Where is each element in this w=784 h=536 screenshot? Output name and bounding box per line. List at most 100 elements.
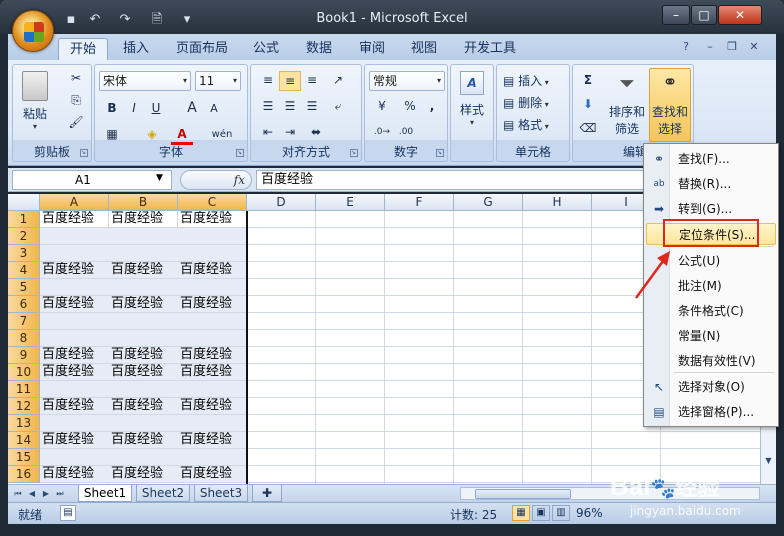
cell-c9[interactable]: 百度经验 [178,347,247,364]
cell-c4[interactable]: 百度经验 [178,262,247,279]
shrink-font-button[interactable]: A [203,99,225,119]
dialog-launcher-icon[interactable]: ↘ [436,149,444,157]
row-header[interactable]: 2 [8,228,40,245]
column-header-d[interactable]: D [247,194,316,211]
zoom-level[interactable]: 96% [576,506,603,520]
minimize-button[interactable]: – [662,5,690,25]
delete-cells-button[interactable]: ▤ 删除 ▾ [503,93,567,113]
number-format-select[interactable]: 常规 ▾ [369,71,445,91]
align-right-icon[interactable]: ☰ [301,97,323,117]
column-header-g[interactable]: G [454,194,523,211]
dialog-launcher-icon[interactable]: ↘ [80,149,88,157]
cell-c7[interactable] [178,313,247,330]
cell-a9[interactable]: 百度经验 [40,347,109,364]
page-layout-view-icon[interactable]: ▣ [532,505,550,521]
row-header[interactable]: 15 [8,449,40,466]
cell-c13[interactable] [178,415,247,432]
cell-b9[interactable]: 百度经验 [109,347,178,364]
phonetic-button[interactable]: wén [207,125,237,145]
cell-a16[interactable]: 百度经验 [40,466,109,483]
macro-record-icon[interactable]: ▤ [60,505,76,521]
sheet-tab-2[interactable]: Sheet2 [136,485,190,502]
autosum-button[interactable]: Σ [577,71,599,91]
cell-a11[interactable] [40,381,109,398]
cell-c1[interactable]: 百度经验 [178,211,247,228]
cell-c14[interactable]: 百度经验 [178,432,247,449]
column-header-b[interactable]: B [109,194,178,211]
last-sheet-icon[interactable]: ⏭ [54,487,66,500]
decrease-decimal-icon[interactable]: .00 [395,123,417,143]
cell-c2[interactable] [178,228,247,245]
close-button[interactable]: ✕ [718,5,762,25]
column-header-c[interactable]: C [178,194,247,211]
merge-cells-icon[interactable]: ⬌ [305,123,327,143]
select-all-corner[interactable] [8,194,40,211]
cell-a3[interactable] [40,245,109,262]
comma-button[interactable]: , [421,97,443,117]
column-header-f[interactable]: F [385,194,454,211]
tab-insert[interactable]: 插入 [116,38,156,60]
row-header[interactable]: 4 [8,262,40,279]
cell-a6[interactable]: 百度经验 [40,296,109,313]
menu-item[interactable]: ⚭ 查找(F)... [646,148,776,170]
row-header[interactable]: 1 [8,211,40,228]
fill-icon[interactable]: ⬇ [577,95,599,115]
tab-review[interactable]: 审阅 [354,38,390,60]
format-painter-icon[interactable]: 🖌 [65,113,87,133]
styles-button[interactable]: A 样式 ▾ [455,69,489,139]
cell-b4[interactable]: 百度经验 [109,262,178,279]
cell-a5[interactable] [40,279,109,296]
menu-item[interactable]: 批注(M) [646,275,776,297]
cell-a15[interactable] [40,449,109,466]
next-sheet-icon[interactable]: ▶ [40,487,52,500]
bold-button[interactable]: B [101,99,123,119]
cell-b14[interactable]: 百度经验 [109,432,178,449]
cell-c8[interactable] [178,330,247,347]
sheet-tab-3[interactable]: Sheet3 [194,485,248,502]
grow-font-button[interactable]: A [181,99,203,119]
row-header[interactable]: 16 [8,466,40,483]
cell-c16[interactable]: 百度经验 [178,466,247,483]
page-break-view-icon[interactable]: ▥ [552,505,570,521]
font-color-button[interactable]: A [171,125,193,145]
row-header[interactable]: 7 [8,313,40,330]
row-header[interactable]: 9 [8,347,40,364]
menu-item[interactable]: 数据有效性(V) [646,350,776,372]
italic-button[interactable]: I [123,99,145,119]
cell-b2[interactable] [109,228,178,245]
cell-b13[interactable] [109,415,178,432]
prev-sheet-icon[interactable]: ◀ [26,487,38,500]
row-header[interactable]: 13 [8,415,40,432]
cell-c15[interactable] [178,449,247,466]
copy-icon[interactable]: ⎘ [65,91,87,111]
tab-page-layout[interactable]: 页面布局 [170,38,234,60]
row-header[interactable]: 10 [8,364,40,381]
cut-icon[interactable]: ✂ [65,69,87,89]
sort-filter-button[interactable]: ⏷ 排序和 筛选 [607,69,647,141]
menu-item[interactable]: ➡ 转到(G)... [646,198,776,220]
row-header[interactable]: 11 [8,381,40,398]
cell-c6[interactable]: 百度经验 [178,296,247,313]
orientation-icon[interactable]: ↗ [327,71,349,91]
cell-b11[interactable] [109,381,178,398]
column-header-a[interactable]: A [40,194,109,211]
cell-b12[interactable]: 百度经验 [109,398,178,415]
ribbon-restore-icon[interactable]: ❐ [724,39,740,55]
cell-a8[interactable] [40,330,109,347]
row-header[interactable]: 3 [8,245,40,262]
cell-b15[interactable] [109,449,178,466]
row-header[interactable]: 14 [8,432,40,449]
column-header-e[interactable]: E [316,194,385,211]
cell-b3[interactable] [109,245,178,262]
decrease-indent-icon[interactable]: ⇤ [257,123,279,143]
cell-b5[interactable] [109,279,178,296]
cell-c12[interactable]: 百度经验 [178,398,247,415]
ribbon-minimize-icon[interactable]: – [702,39,718,55]
row-header[interactable]: 12 [8,398,40,415]
cell-b1[interactable]: 百度经验 [109,211,178,228]
cell-b10[interactable]: 百度经验 [109,364,178,381]
menu-item[interactable]: 条件格式(C) [646,300,776,322]
cell-c3[interactable] [178,245,247,262]
help-icon[interactable]: ? [678,39,694,55]
insert-sheet-icon[interactable]: ✚ [252,485,282,502]
